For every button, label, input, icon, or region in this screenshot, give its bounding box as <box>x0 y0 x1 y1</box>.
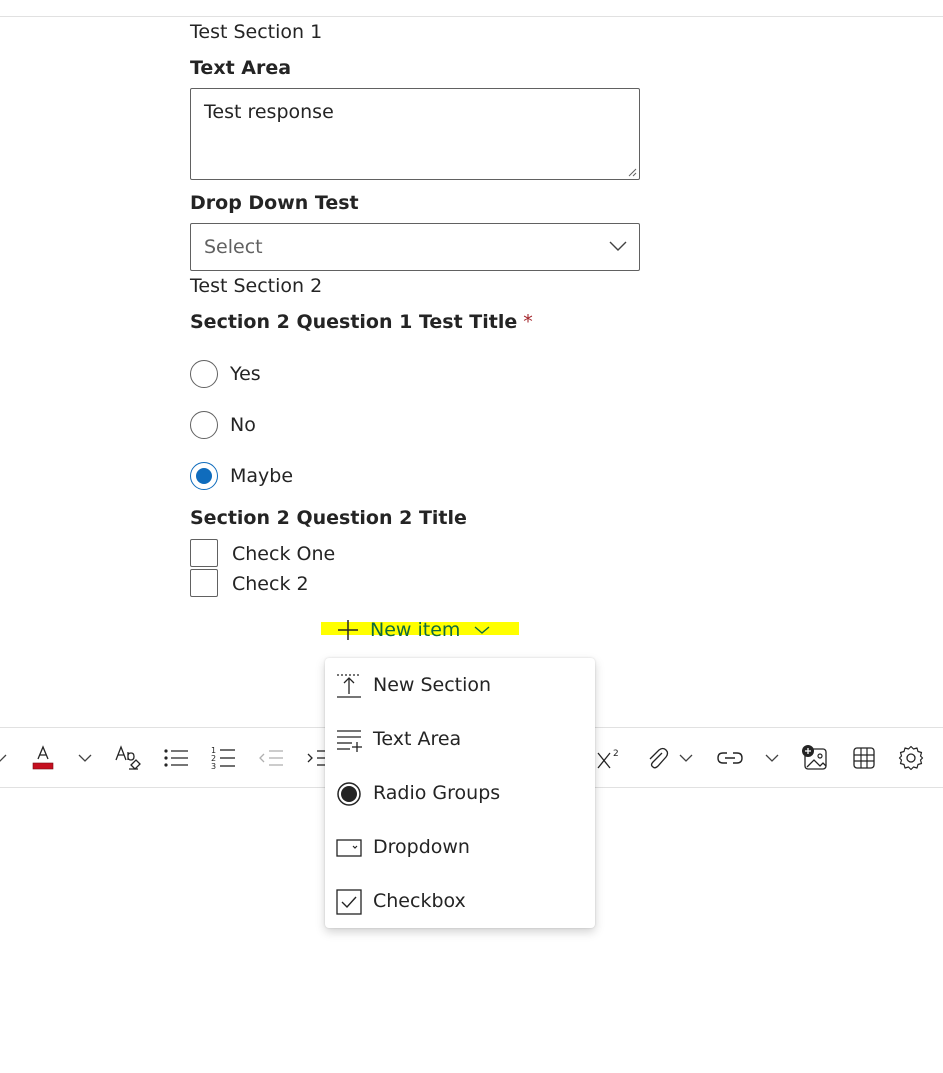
text-area-icon <box>337 730 362 752</box>
section-title: Test Section 1 <box>190 21 323 43</box>
menu-item-checkbox[interactable]: Checkbox <box>325 876 595 930</box>
chevron-down-icon <box>609 241 627 251</box>
settings-icon[interactable] <box>897 744 925 772</box>
svg-text:2: 2 <box>613 749 619 759</box>
dropdown-placeholder: Select <box>204 236 263 258</box>
question-label: Text Area <box>190 57 292 79</box>
menu-item-label: Text Area <box>373 728 462 750</box>
new-item-label: New item <box>370 619 461 641</box>
required-mark: * <box>523 311 533 333</box>
checkbox-check-one[interactable] <box>190 539 218 567</box>
menu-item-dropdown[interactable]: Dropdown <box>325 822 595 876</box>
section-title: Test Section 2 <box>190 275 323 297</box>
checkbox-label: Check 2 <box>232 573 309 595</box>
checkbox-check-2[interactable] <box>190 569 218 597</box>
menu-item-new-section[interactable]: New Section <box>325 660 595 714</box>
image-icon[interactable] <box>801 744 829 772</box>
radio-yes[interactable] <box>190 360 218 388</box>
dropdown-icon <box>336 839 362 857</box>
radio-no[interactable] <box>190 411 218 439</box>
menu-item-label: Checkbox <box>373 890 466 912</box>
decrease-indent-icon[interactable] <box>257 744 285 772</box>
radio-icon <box>337 782 361 806</box>
question-label-text: Section 2 Question 1 Test Title <box>190 311 518 333</box>
checkbox-label: Check One <box>232 543 336 565</box>
text-area-value: Test response <box>204 101 334 123</box>
radio-label: Maybe <box>230 465 294 487</box>
menu-item-radio-groups[interactable]: Radio Groups <box>325 768 595 822</box>
resize-grip-icon[interactable] <box>627 167 637 177</box>
menu-item-label: Radio Groups <box>373 782 501 804</box>
chevron-down-icon[interactable] <box>758 744 786 772</box>
question-label: Drop Down Test <box>190 192 359 214</box>
link-icon[interactable] <box>716 744 744 772</box>
table-icon[interactable] <box>850 744 878 772</box>
chevron-down-icon[interactable] <box>672 744 700 772</box>
numbering-icon[interactable]: 1 2 3 <box>209 744 237 772</box>
insert-section-icon <box>337 674 361 698</box>
bullets-icon[interactable] <box>162 744 190 772</box>
top-divider <box>0 16 943 17</box>
attach-icon[interactable] <box>643 744 671 772</box>
new-item-button[interactable]: New item <box>336 616 490 644</box>
menu-item-text-area[interactable]: Text Area <box>325 714 595 768</box>
chevron-down-icon <box>474 626 490 634</box>
font-color-icon[interactable] <box>29 744 57 772</box>
clear-format-icon[interactable] <box>114 744 142 772</box>
chevron-down-icon[interactable] <box>0 744 14 772</box>
menu-item-label: New Section <box>373 674 492 696</box>
svg-text:3: 3 <box>211 762 216 771</box>
question-label: Section 2 Question 2 Title <box>190 507 467 529</box>
radio-label: No <box>230 414 256 436</box>
menu-item-label: Dropdown <box>373 836 470 858</box>
plus-icon <box>338 620 358 640</box>
superscript-icon[interactable]: 2 <box>595 744 623 772</box>
text-area-field[interactable]: Test response <box>190 88 640 180</box>
radio-maybe[interactable] <box>190 462 218 490</box>
question-label: Section 2 Question 1 Test Title * <box>190 311 533 333</box>
new-item-menu: New Section Text Area Radio Groups Dropd… <box>325 658 595 928</box>
chevron-down-icon[interactable] <box>71 744 99 772</box>
radio-label: Yes <box>230 363 261 385</box>
dropdown-select[interactable]: Select <box>190 223 640 271</box>
checkbox-icon <box>336 889 362 915</box>
